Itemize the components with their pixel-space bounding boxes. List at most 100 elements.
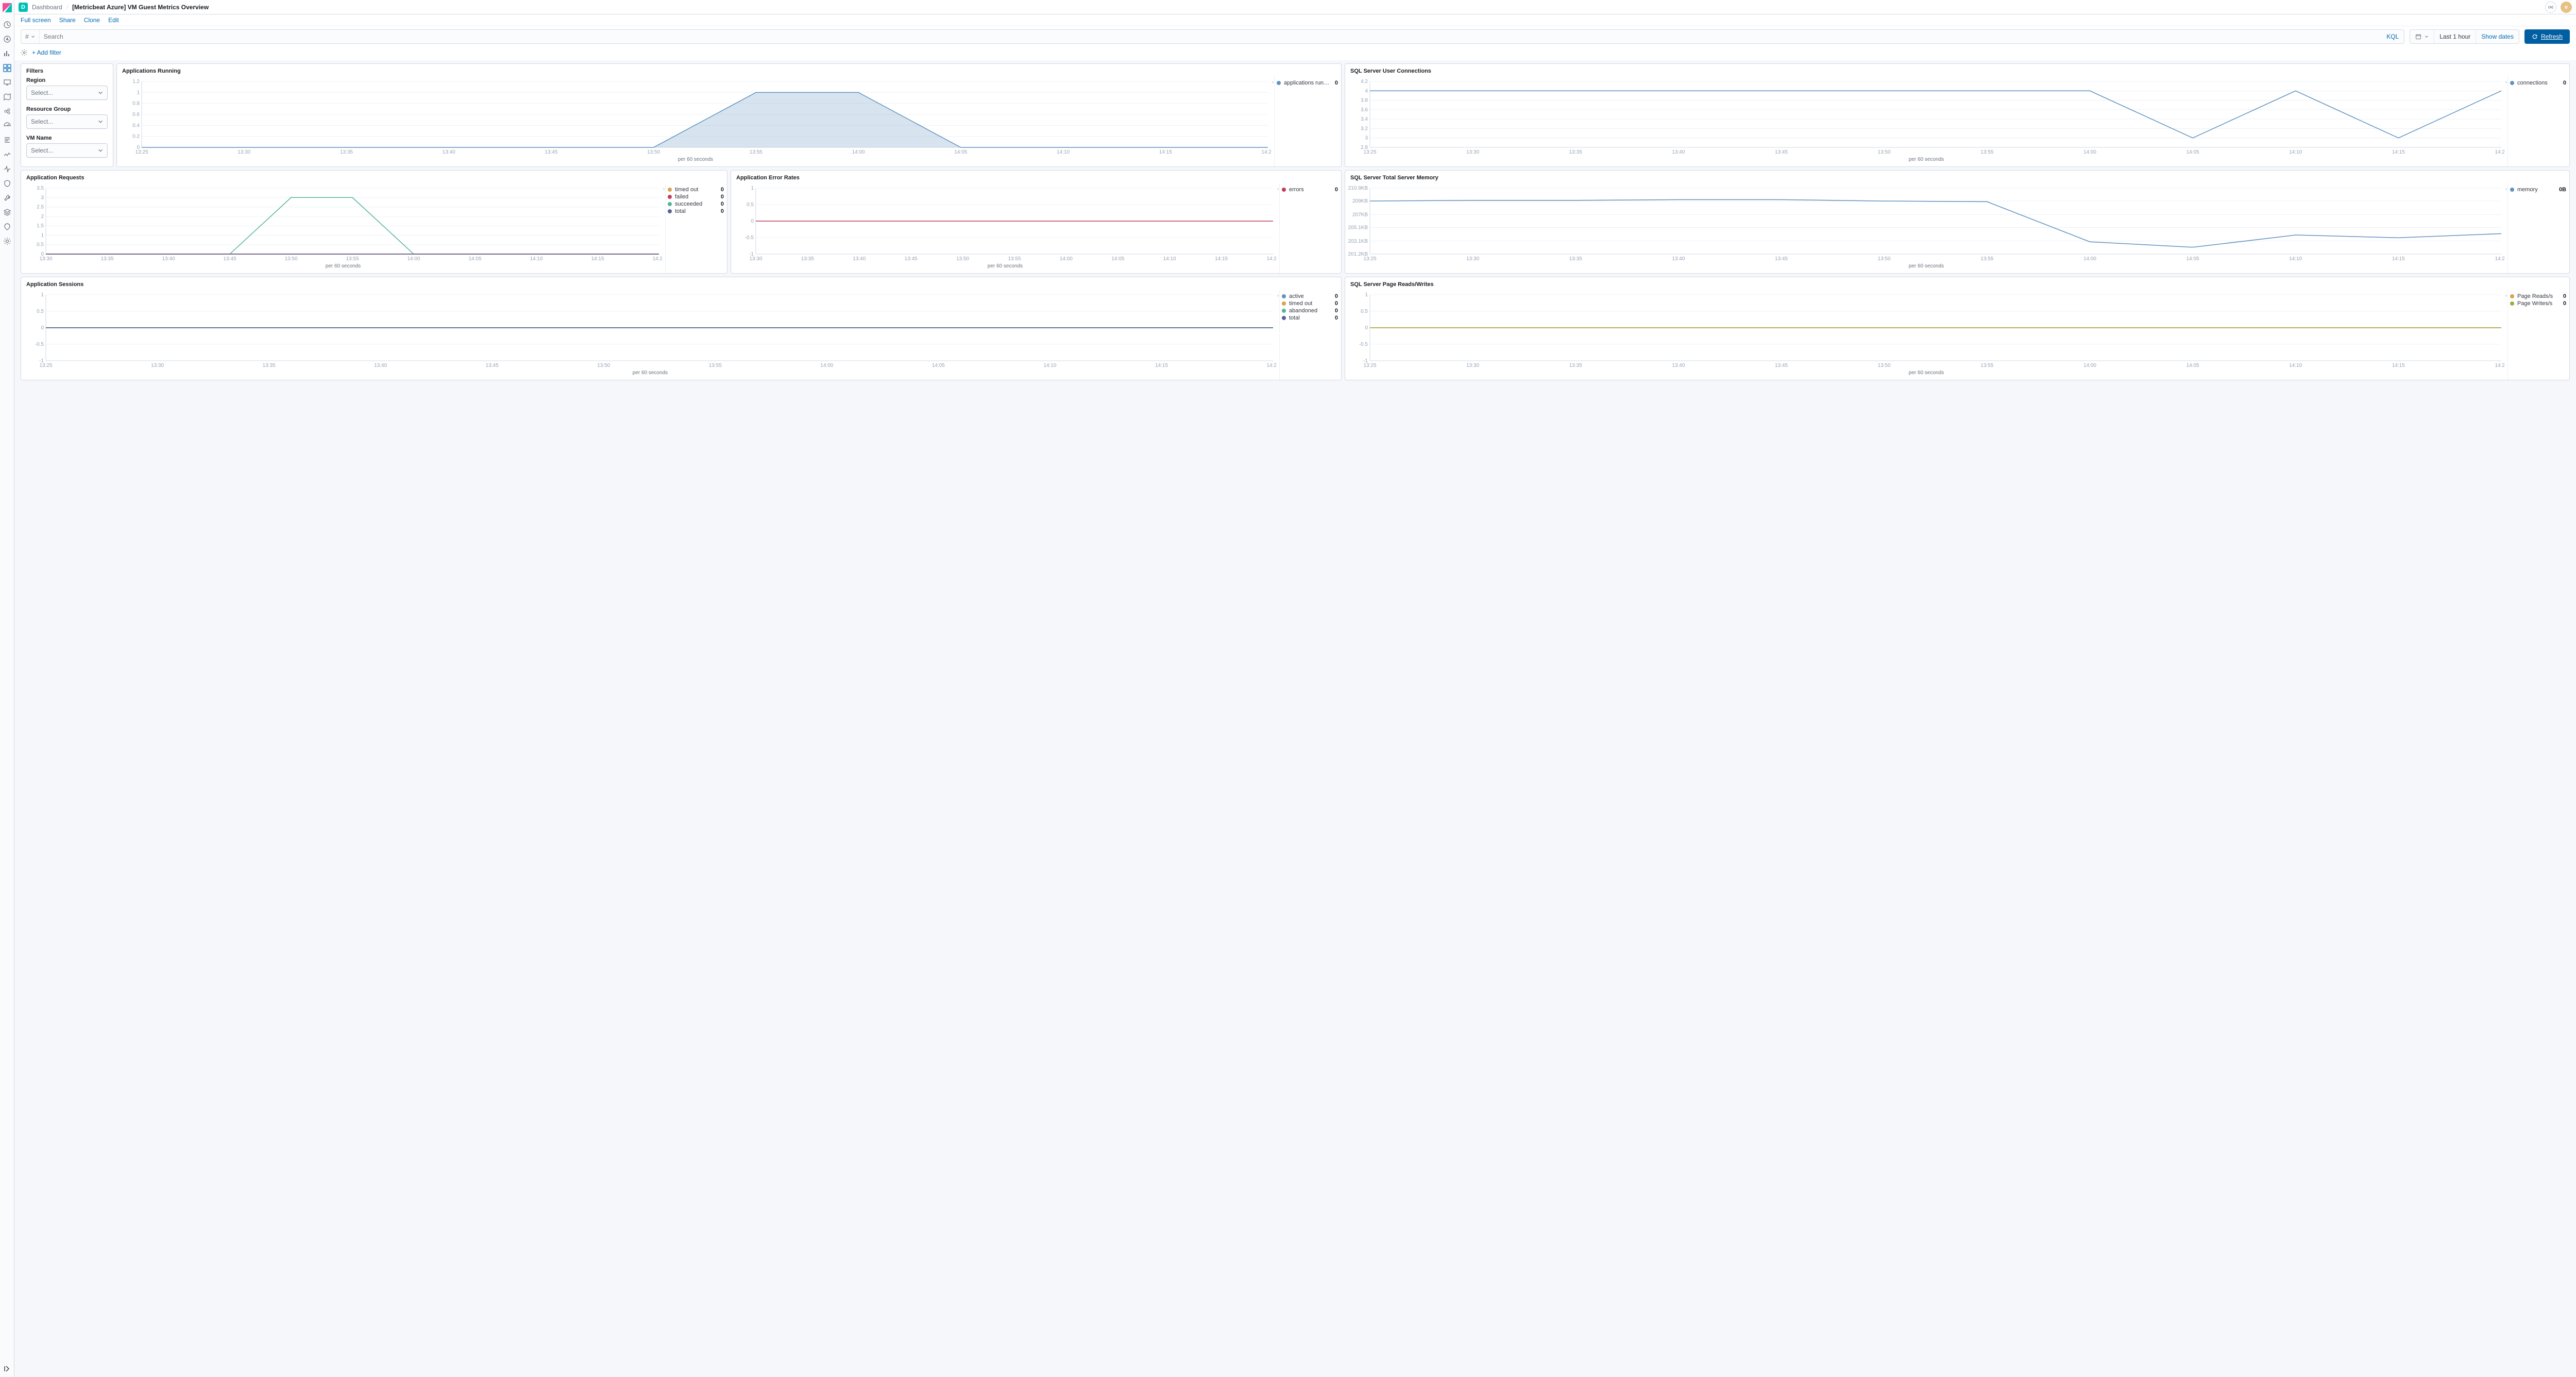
legend-item[interactable]: connections0 bbox=[2510, 79, 2566, 87]
sql-user-connections-chart: 2.833.23.43.63.844.213:2513:3013:3513:40… bbox=[1348, 78, 2504, 156]
legend-toggle-icon[interactable]: › bbox=[1277, 186, 1279, 191]
legend-item[interactable]: abandoned0 bbox=[1282, 307, 1338, 314]
nav-stack-icon[interactable] bbox=[3, 208, 11, 216]
legend-toggle-icon[interactable]: › bbox=[2505, 79, 2507, 85]
nav-metrics-icon[interactable] bbox=[3, 122, 11, 130]
nav-discover-icon[interactable] bbox=[3, 35, 11, 43]
svg-text:14:10: 14:10 bbox=[1163, 256, 1176, 262]
edit-link[interactable]: Edit bbox=[108, 16, 119, 24]
svg-text:1.2: 1.2 bbox=[132, 79, 140, 85]
add-filter-link[interactable]: + Add filter bbox=[32, 49, 61, 56]
app-badge[interactable]: D bbox=[19, 3, 28, 12]
legend-value: 0 bbox=[721, 201, 724, 207]
legend-name: timed out bbox=[1289, 300, 1332, 307]
nav-ml-icon[interactable] bbox=[3, 107, 11, 115]
saved-query-button[interactable]: # bbox=[21, 30, 40, 43]
nav-devtools-icon[interactable] bbox=[3, 194, 11, 202]
svg-text:3.8: 3.8 bbox=[1361, 98, 1368, 104]
legend-item[interactable]: active0 bbox=[1282, 293, 1338, 300]
svg-text:207KB: 207KB bbox=[1352, 212, 1368, 217]
panel-title: Applications Running bbox=[117, 64, 1341, 76]
legend-name: abandoned bbox=[1289, 308, 1332, 314]
search-input[interactable] bbox=[40, 30, 2382, 43]
svg-text:3: 3 bbox=[41, 195, 44, 200]
nav-apm-icon[interactable] bbox=[3, 150, 11, 159]
legend-toggle-icon[interactable]: › bbox=[1272, 79, 1274, 85]
legend: ›active0timed out0abandoned0total0 bbox=[1279, 290, 1341, 380]
collapse-nav-icon[interactable] bbox=[3, 1365, 11, 1373]
share-link[interactable]: Share bbox=[59, 16, 76, 24]
svg-text:14:00: 14:00 bbox=[820, 363, 833, 368]
svg-text:13:25: 13:25 bbox=[39, 363, 52, 368]
clone-link[interactable]: Clone bbox=[84, 16, 100, 24]
legend-toggle-icon[interactable]: › bbox=[663, 186, 665, 191]
user-avatar[interactable]: e bbox=[2561, 2, 2572, 13]
svg-text:209KB: 209KB bbox=[1352, 198, 1368, 204]
filter-settings-icon[interactable] bbox=[21, 49, 28, 56]
legend-item[interactable]: Page Writes/s0 bbox=[2510, 300, 2566, 307]
nav-logs-icon[interactable] bbox=[3, 136, 11, 144]
legend-item[interactable]: memory0B bbox=[2510, 186, 2566, 193]
news-button[interactable] bbox=[2545, 2, 2556, 13]
legend-value: 0 bbox=[1335, 300, 1338, 307]
legend-item[interactable]: timed out0 bbox=[668, 186, 724, 193]
svg-text:13:45: 13:45 bbox=[905, 256, 918, 262]
legend-value: 0 bbox=[2563, 300, 2566, 307]
svg-text:13:25: 13:25 bbox=[1363, 363, 1376, 368]
legend-value: 0 bbox=[2563, 80, 2566, 86]
legend-toggle-icon[interactable]: › bbox=[2505, 293, 2507, 298]
legend-item[interactable]: errors0 bbox=[1282, 186, 1338, 193]
svg-text:13:30: 13:30 bbox=[749, 256, 762, 262]
legend-item[interactable]: failed0 bbox=[668, 193, 724, 200]
svg-text:13:40: 13:40 bbox=[374, 363, 387, 368]
nav-recent-icon[interactable] bbox=[3, 21, 11, 29]
svg-text:13:40: 13:40 bbox=[443, 149, 455, 155]
legend-toggle-icon[interactable]: › bbox=[2505, 186, 2507, 191]
chevron-down-icon bbox=[98, 119, 103, 124]
svg-text:13:35: 13:35 bbox=[801, 256, 814, 262]
legend-toggle-icon[interactable]: › bbox=[1277, 293, 1279, 298]
kibana-logo[interactable] bbox=[3, 3, 12, 12]
refresh-button[interactable]: Refresh bbox=[2524, 29, 2570, 44]
legend-dot bbox=[668, 195, 672, 199]
svg-text:0.4: 0.4 bbox=[132, 123, 140, 128]
nav-management-icon[interactable] bbox=[3, 237, 11, 245]
legend-item[interactable]: timed out0 bbox=[1282, 300, 1338, 307]
show-dates-button[interactable]: Show dates bbox=[2476, 30, 2519, 43]
date-picker: Last 1 hour Show dates bbox=[2410, 29, 2519, 44]
svg-text:13:35: 13:35 bbox=[1569, 256, 1582, 262]
nav-siem-icon[interactable] bbox=[3, 179, 11, 188]
nav-visualize-icon[interactable] bbox=[3, 49, 11, 58]
legend-name: total bbox=[1289, 315, 1332, 321]
query-row: # KQL Last 1 hour Show dates bbox=[14, 26, 2576, 47]
nav-monitoring-icon[interactable] bbox=[3, 223, 11, 231]
legend-item[interactable]: total0 bbox=[668, 208, 724, 215]
date-range-button[interactable]: Last 1 hour bbox=[2434, 30, 2476, 43]
kql-toggle[interactable]: KQL bbox=[2381, 33, 2404, 40]
svg-text:13:30: 13:30 bbox=[151, 363, 164, 368]
legend-dot bbox=[1282, 316, 1286, 320]
svg-text:2: 2 bbox=[41, 214, 44, 220]
legend-item[interactable]: total0 bbox=[1282, 314, 1338, 322]
nav-dashboard-icon[interactable] bbox=[3, 64, 11, 72]
svg-text:13:55: 13:55 bbox=[346, 256, 359, 262]
legend-item[interactable]: Page Reads/s0 bbox=[2510, 293, 2566, 300]
svg-text:3.6: 3.6 bbox=[1361, 107, 1368, 113]
nav-uptime-icon[interactable] bbox=[3, 165, 11, 173]
legend-item[interactable]: succeeded0 bbox=[668, 200, 724, 208]
legend-value: 0 bbox=[1335, 187, 1338, 193]
fullscreen-link[interactable]: Full screen bbox=[21, 16, 51, 24]
svg-text:14:10: 14:10 bbox=[1057, 149, 1070, 155]
region-select[interactable]: Select... bbox=[26, 86, 108, 100]
resource-group-select[interactable]: Select... bbox=[26, 114, 108, 129]
svg-text:13:45: 13:45 bbox=[1775, 363, 1788, 368]
query-box: # KQL bbox=[21, 29, 2404, 44]
nav-maps-icon[interactable] bbox=[3, 93, 11, 101]
breadcrumb-root[interactable]: Dashboard bbox=[32, 4, 62, 11]
legend-item[interactable]: applications running0 bbox=[1277, 79, 1338, 87]
nav-canvas-icon[interactable] bbox=[3, 78, 11, 87]
vm-name-select[interactable]: Select... bbox=[26, 143, 108, 158]
date-quick-button[interactable] bbox=[2410, 30, 2434, 43]
legend-name: connections bbox=[2517, 80, 2560, 86]
svg-text:13:40: 13:40 bbox=[853, 256, 866, 262]
